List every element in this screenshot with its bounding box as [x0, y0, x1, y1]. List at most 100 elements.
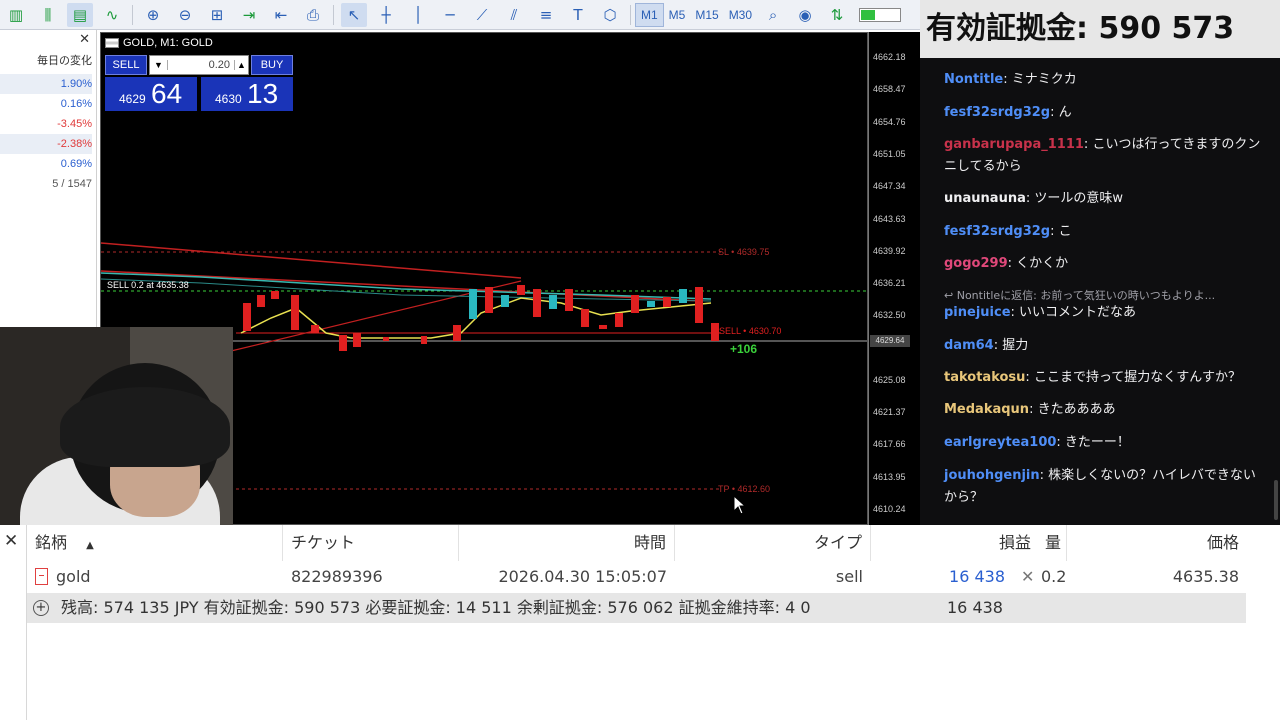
- text-icon[interactable]: T: [565, 3, 591, 27]
- trade-volume[interactable]: 0.2: [1039, 561, 1069, 593]
- timeframe-m5[interactable]: M5: [664, 3, 691, 27]
- timeframe-m30[interactable]: M30: [724, 3, 757, 27]
- close-icon[interactable]: ✕: [4, 531, 18, 551]
- sell-line-label: SELL • 4630.70: [719, 326, 781, 336]
- buy-button[interactable]: BUY: [251, 55, 293, 75]
- chat-text: ここまで持って握力なくすんすか？: [1033, 370, 1242, 385]
- trade-time[interactable]: 2026.04.30 15:05:07: [459, 561, 675, 593]
- chat-username[interactable]: dam64: [944, 338, 994, 353]
- daily-change-value[interactable]: 0.69%: [0, 154, 92, 174]
- chart-bars-icon[interactable]: ▥: [3, 3, 29, 27]
- chat-scrollbar[interactable]: [1274, 480, 1278, 520]
- price-tick: 4625.08: [873, 375, 906, 385]
- chat-message: jouhohgenjin: 株楽しくないの？ハイレバできないから？: [944, 468, 1256, 505]
- stop-loss-label: SL • 4639.75: [718, 247, 769, 257]
- current-price-tag: 4629.64: [870, 335, 910, 347]
- chat-text: ん: [1058, 105, 1072, 120]
- column-header-type[interactable]: タイプ: [675, 525, 871, 561]
- toolbar-divider: [132, 4, 133, 25]
- chat-reply-text: Nontitleに返信: お前って気狂いの時いつもよりよ...: [956, 289, 1216, 302]
- daily-change-value[interactable]: 1.90%: [0, 74, 92, 94]
- right-margin: [1246, 525, 1280, 720]
- fibonacci-icon[interactable]: ≡: [533, 3, 559, 27]
- toolbar-divider: [333, 4, 334, 25]
- zoom-in-icon[interactable]: ⊕: [140, 3, 166, 27]
- lot-size-value[interactable]: 0.20: [168, 59, 234, 71]
- chart-type-icon[interactable]: ∿: [99, 3, 125, 27]
- buy-price-prefix: 4630: [215, 92, 242, 106]
- column-header-symbol[interactable]: 銘柄 ▲: [27, 525, 283, 561]
- chat-username[interactable]: unaunauna: [944, 191, 1026, 206]
- account-icon[interactable]: ◉: [792, 3, 818, 27]
- algo-trading-icon[interactable]: ⇅: [824, 3, 850, 27]
- chat-message: ganbarupapa_1111: こいつは行ってきますのクンニしてるから: [944, 137, 1261, 174]
- price-tick: 4658.47: [873, 84, 906, 94]
- buy-price-button[interactable]: 4630 13: [201, 77, 293, 111]
- chat-message: dam64: 握力: [944, 338, 1029, 353]
- column-header-price[interactable]: 価格: [1067, 525, 1247, 561]
- search-icon[interactable]: ⌕: [760, 3, 786, 27]
- close-icon[interactable]: ✕: [79, 31, 90, 47]
- autoscroll-icon[interactable]: ⇥: [236, 3, 262, 27]
- timeframe-m15[interactable]: M15: [690, 3, 723, 27]
- daily-change-value[interactable]: 0.16%: [0, 94, 92, 114]
- screen: ▥ ⫼ ▤ ∿ ⊕ ⊖ ⊞ ⇥ ⇤ ⎙ ↖ ┼ │ ─ ⟋ ⫽ ≡ T ⬡ M1…: [0, 0, 1280, 720]
- trade-profit[interactable]: 16 438: [871, 561, 1013, 593]
- chat-message: Medakaqun: きたああああ: [944, 402, 1116, 417]
- price-tick: 4662.18: [873, 52, 906, 62]
- cursor-icon[interactable]: ↖: [341, 2, 367, 27]
- daily-change-value[interactable]: -3.45%: [0, 114, 92, 134]
- close-position-icon[interactable]: ✕: [1013, 561, 1039, 593]
- lot-size-input[interactable]: ▼ 0.20 ▲: [149, 55, 249, 75]
- chat-username[interactable]: ganbarupapa_1111: [944, 137, 1084, 152]
- column-header-volume[interactable]: 量: [1037, 525, 1067, 561]
- crosshair-icon[interactable]: ┼: [373, 3, 399, 27]
- trade-ticket[interactable]: 822989396: [283, 561, 459, 593]
- vertical-line-icon[interactable]: │: [405, 3, 431, 27]
- trade-type[interactable]: sell: [675, 561, 871, 593]
- account-summary-profit: 16 438: [947, 598, 1003, 617]
- column-header-ticket[interactable]: チケット: [283, 525, 459, 561]
- chat-text: いいコメントだなあ: [1019, 305, 1137, 320]
- take-profit-label: TP • 4612.60: [718, 484, 770, 494]
- zoom-out-icon[interactable]: ⊖: [172, 3, 198, 27]
- chat-text: ツールの意味w: [1034, 191, 1124, 206]
- chat-username[interactable]: fesf32srdg32g: [944, 105, 1050, 120]
- chat-username[interactable]: earlgreytea100: [944, 435, 1056, 450]
- screenshot-icon[interactable]: ⎙: [300, 3, 326, 27]
- chart-shift-icon[interactable]: ⇤: [268, 3, 294, 27]
- chat-username[interactable]: fesf32srdg32g: [944, 224, 1050, 239]
- one-click-trading-panel: SELL ▼ 0.20 ▲ BUY 4629 64 4630 13: [105, 53, 293, 111]
- chat-username[interactable]: jouhohgenjin: [944, 468, 1040, 483]
- column-header-profit[interactable]: 損益: [871, 525, 1039, 561]
- price-tick: 4613.95: [873, 472, 906, 482]
- chat-username[interactable]: takotakosu: [944, 370, 1025, 385]
- sell-button[interactable]: SELL: [105, 55, 147, 75]
- shapes-icon[interactable]: ⬡: [597, 3, 623, 27]
- mouse-cursor-icon: [733, 495, 747, 515]
- chat-text: きたーー！: [1064, 435, 1130, 450]
- trendline-icon[interactable]: ⟋: [469, 3, 495, 27]
- horizontal-line-icon[interactable]: ─: [437, 3, 463, 27]
- timeframe-m1[interactable]: M1: [635, 2, 664, 27]
- chevron-down-icon[interactable]: ▼: [150, 60, 168, 70]
- chat-message: gogo299: くかくか: [944, 256, 1069, 271]
- chat-username[interactable]: Medakaqun: [944, 402, 1029, 417]
- sell-price-button[interactable]: 4629 64: [105, 77, 197, 111]
- chart-candles-icon[interactable]: ⫼: [35, 3, 61, 27]
- trade-price[interactable]: 4635.38: [1127, 561, 1247, 593]
- chevron-up-icon[interactable]: ▲: [234, 60, 248, 70]
- chat-username[interactable]: Nontitle: [944, 72, 1003, 87]
- column-header-time[interactable]: 時間: [459, 525, 675, 561]
- channel-icon[interactable]: ⫽: [501, 3, 527, 27]
- price-axis[interactable]: 4662.18 4658.47 4654.76 4651.05 4647.34 …: [868, 32, 920, 525]
- grid-icon[interactable]: ⊞: [204, 3, 230, 27]
- expand-icon[interactable]: +: [33, 600, 49, 616]
- daily-change-value[interactable]: -2.38%: [0, 134, 92, 154]
- chat-username[interactable]: pinejuice: [944, 305, 1011, 320]
- chart-line-icon[interactable]: ▤: [67, 2, 93, 27]
- trade-symbol-cell[interactable]: gold: [27, 561, 283, 593]
- chat-username[interactable]: gogo299: [944, 256, 1008, 271]
- price-tick: 4617.66: [873, 439, 906, 449]
- price-tick: 4643.63: [873, 214, 906, 224]
